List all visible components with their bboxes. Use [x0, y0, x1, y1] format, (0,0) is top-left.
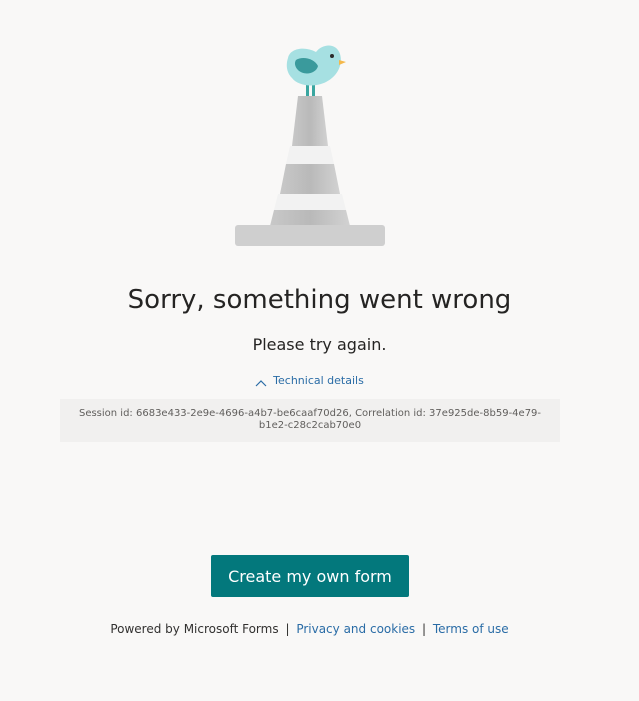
terms-link[interactable]: Terms of use [433, 622, 509, 636]
footer: Powered by Microsoft Forms | Privacy and… [0, 622, 619, 636]
technical-details-toggle[interactable]: Technical details [0, 374, 619, 387]
footer-separator: | [422, 622, 427, 636]
chevron-up-icon [255, 377, 267, 386]
page-subtitle: Please try again. [252, 335, 387, 354]
create-form-button[interactable]: Create my own form [211, 555, 409, 597]
privacy-link[interactable]: Privacy and cookies [296, 622, 415, 636]
footer-separator: | [285, 622, 290, 636]
technical-details-label: Technical details [273, 374, 364, 387]
technical-details-text: Session id: 6683e433-2e9e-4696-a4b7-be6c… [78, 408, 542, 431]
powered-by-text: Powered by Microsoft Forms [110, 622, 279, 636]
bird-on-traffic-cone-icon [230, 38, 390, 250]
technical-details-panel: Session id: 6683e433-2e9e-4696-a4b7-be6c… [60, 399, 560, 442]
page-title: Sorry, something went wrong [127, 285, 512, 315]
